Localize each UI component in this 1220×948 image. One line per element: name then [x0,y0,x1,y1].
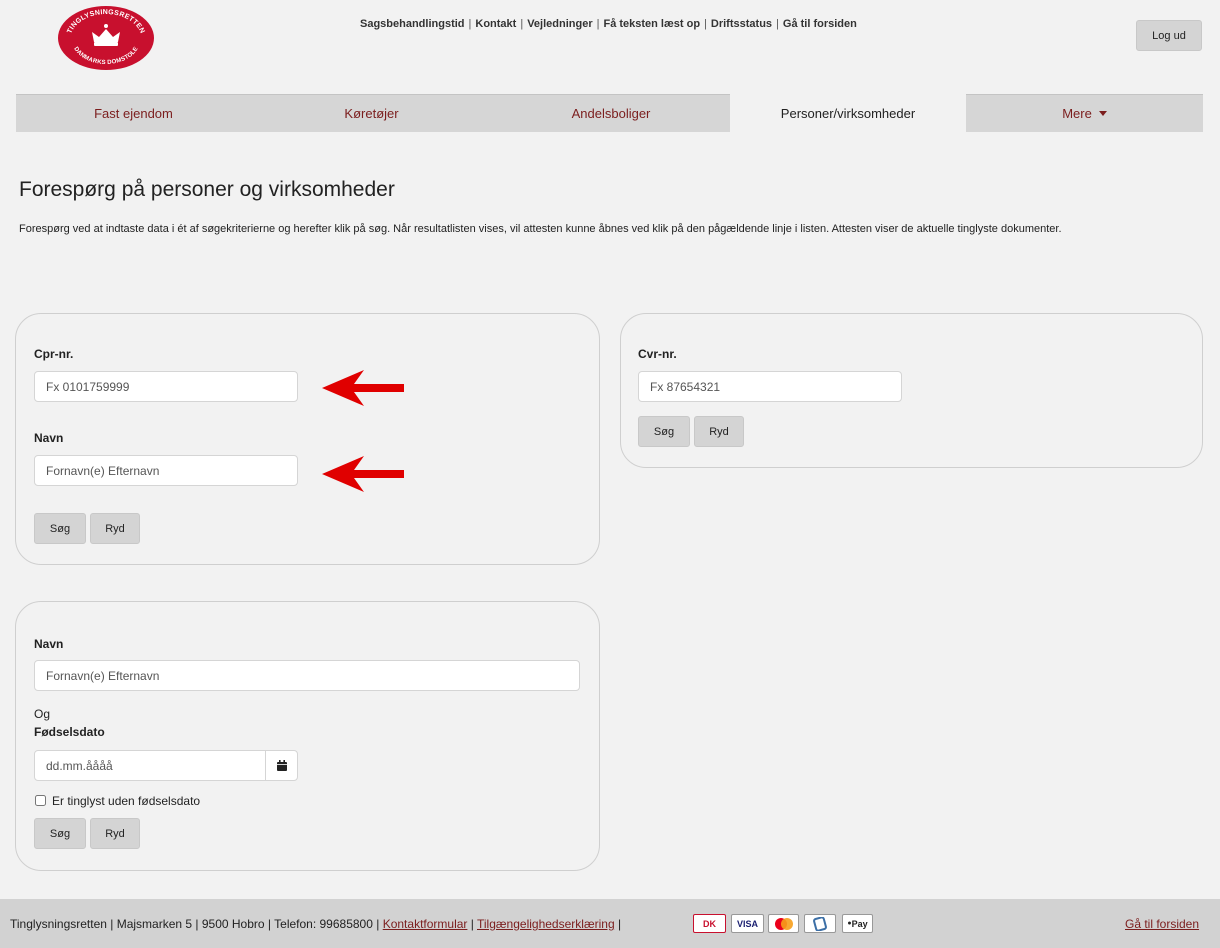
tab-label: Personer/virksomheder [780,106,916,121]
name-dob-input[interactable] [34,660,580,691]
name-dob-label: Navn [34,637,64,651]
tab-label: Andelsboliger [571,106,651,121]
and-text: Og [34,707,51,721]
link-driftsstatus[interactable]: Driftsstatus [711,18,772,30]
name-label: Navn [34,431,64,445]
tab-mere[interactable]: Mere [966,94,1203,132]
footer-separator: | [617,917,622,931]
cvr-search-button[interactable]: Søg [638,416,690,447]
no-dob-checkbox[interactable] [35,795,46,806]
cpr-input[interactable] [34,371,298,402]
apple-pay-icon: ● Pay [842,914,873,933]
link-kontakt[interactable]: Kontakt [475,18,516,30]
main-tabs: Fast ejendom Køretøjer Andelsboliger Per… [16,94,1203,132]
cpr-label: Cpr-nr. [34,347,74,361]
link-separator: | [468,18,472,30]
visa-text: VISA [736,918,758,929]
page-title: Forespørg på personer og virksomheder [19,178,395,201]
link-separator: | [776,18,779,30]
link-separator: | [704,18,707,30]
name-dob-clear-button[interactable]: Ryd [90,818,140,849]
link-sagsbehandlingstid[interactable]: Sagsbehandlingstid [360,18,465,30]
tab-andelsboliger[interactable]: Andelsboliger [492,94,730,132]
cpr-search-button[interactable]: Søg [34,513,86,544]
apple-pay-text: Pay [851,918,868,929]
contact-form-link[interactable]: Kontaktformular [383,917,468,931]
no-dob-checkbox-label[interactable]: Er tinglyst uden fødselsdato [52,794,200,808]
cvr-input[interactable] [638,371,902,402]
tab-label: Mere [1062,106,1092,121]
tab-koretojer[interactable]: Køretøjer [251,94,492,132]
top-links: Sagsbehandlingstid | Kontakt | Vejledninger |… [360,18,857,30]
accessibility-statement-link[interactable]: Tilgængelighedserklæring [477,917,615,931]
visa-icon: VISA [731,914,764,933]
link-read-aloud[interactable]: Få teksten læst op [603,18,700,30]
footer-separator: | [470,917,474,931]
page-intro: Forespørg ved at indtaste data i ét af s… [19,223,1062,235]
tab-label: Køretøjer [344,106,399,121]
logout-button[interactable]: Log ud [1136,20,1202,51]
red-arrow-icon [322,370,404,406]
name-dob-search-button[interactable]: Søg [34,818,86,849]
link-separator: | [596,18,600,30]
dankort-icon: DK [693,914,726,933]
mastercard-icon [768,914,799,933]
calendar-icon [276,760,287,771]
caret-down-icon [1098,111,1107,116]
tab-label: Fast ejendom [94,106,173,121]
mobilepay-icon [804,914,836,933]
calendar-button[interactable] [265,750,298,781]
name-input[interactable] [34,455,298,486]
footer-home-link[interactable]: Gå til forsiden [1125,917,1199,931]
footer: Tinglysningsretten | Majsmarken 5 | 9500… [0,899,1220,948]
dankort-text: DK [703,918,716,929]
red-arrow-icon [322,456,404,492]
dob-label: Fødselsdato [34,725,105,739]
link-vejledninger[interactable]: Vejledninger [527,18,592,30]
dob-input[interactable] [34,750,266,781]
tab-fast-ejendom[interactable]: Fast ejendom [16,94,251,132]
tab-personer-virksomheder[interactable]: Personer/virksomheder [730,94,966,132]
danish-courts-logo[interactable]: TINGLYSNINGSRETTEN DANMARKS DOMSTOLE [56,4,156,72]
footer-address: Tinglysningsretten | Majsmarken 5 | 9500… [10,917,380,931]
cpr-clear-button[interactable]: Ryd [90,513,140,544]
cvr-label: Cvr-nr. [638,347,677,361]
cvr-clear-button[interactable]: Ryd [694,416,744,447]
footer-text: Tinglysningsretten | Majsmarken 5 | 9500… [10,917,621,931]
link-separator: | [520,18,524,30]
link-home[interactable]: Gå til forsiden [783,18,857,30]
